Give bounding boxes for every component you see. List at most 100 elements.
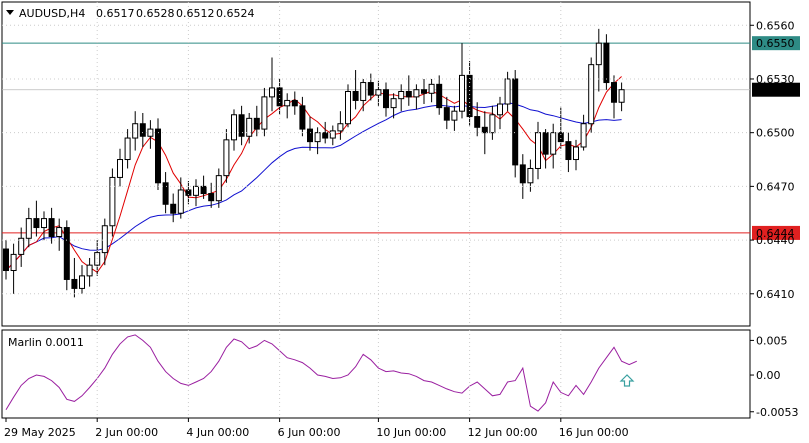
bullish-candle-body [329,130,336,139]
bullish-candle-body [177,189,184,214]
bearish-candle-body [238,114,245,137]
bearish-candle-body [542,132,549,155]
bullish-candle-body [550,132,557,155]
oscillator-tick-label: -0.0053 [756,406,798,419]
time-tick-label: 6 Jun 00:00 [278,426,341,439]
bullish-candle-body [390,98,397,109]
bearish-candle-body [565,141,572,161]
oscillator-panel-frame [1,329,751,419]
price-chart[interactable]: 0.65500.64440.6524 0.65600.65300.65000.6… [0,0,809,443]
bullish-candle-body [345,91,351,125]
time-tick-label: 4 Jun 00:00 [186,426,249,439]
bearish-candle-body [71,278,78,289]
bearish-candle-body [291,99,298,107]
bearish-candle-body [367,82,374,96]
time-tick-label: 2 Jun 00:00 [95,426,158,439]
bullish-candle-body [497,103,503,116]
oscillator-panel[interactable] [1,329,751,419]
bullish-candle-body [18,237,25,255]
bearish-candle-body [512,78,519,166]
bullish-candle-body [489,114,496,134]
main-price-panel[interactable] [1,1,751,327]
price-tick-label: 0.6500 [756,127,795,140]
bullish-candle-body [337,123,344,132]
bullish-candle-body [124,137,131,161]
price-tick-label: 0.6470 [756,180,795,193]
bullish-candle-body [56,227,63,237]
bullish-candle-body [504,78,511,105]
price-tick-label: 0.6560 [756,19,795,32]
bullish-candle-body [10,253,17,272]
time-tick-label: 12 Jun 00:00 [468,426,538,439]
bearish-candle-body [322,132,329,139]
bullish-candle-body [580,123,587,148]
bullish-candle-body [588,64,595,125]
ohlc-low: 0.6512 [176,7,215,20]
bullish-candle-body [314,132,321,143]
candle[interactable] [588,57,595,133]
bullish-candle-body [269,87,275,98]
bearish-candle-body [208,193,215,202]
bullish-candle-body [451,110,458,121]
symbol-timeframe-label: AUDUSD,H4 [19,7,85,20]
bearish-candle-body [33,218,40,229]
bearish-candle-body [474,116,481,128]
level-label: 0.6550 [756,37,795,50]
bullish-candle-body [132,123,139,139]
bearish-candle-body [253,117,260,130]
bullish-candle-body [413,89,420,98]
bullish-candle-body [86,264,93,277]
bearish-candle-body [421,89,427,94]
time-tick-label: 29 May 2025 [4,426,76,439]
ohlc-high: 0.6528 [136,7,175,20]
bearish-candle-body [48,218,55,237]
bearish-candle-body [155,128,161,184]
ohlc-open: 0.6517 [96,7,135,20]
price-tick-label: 0.6410 [756,288,795,301]
bearish-candle-body [481,126,488,134]
bullish-candle-body [573,146,579,161]
bullish-candle-body [527,167,534,184]
bearish-candle-body [170,203,177,214]
bullish-candle-body [231,114,237,141]
bullish-candle-body [284,99,291,107]
ohlc-close: 0.6524 [216,7,255,20]
bullish-candle-body [223,139,230,177]
oscillator-tick-label: 0.005 [756,334,788,347]
price-tick-label: 0.6440 [756,234,795,247]
bullish-candle-body [261,96,268,130]
price-tick-label: 0.6530 [756,73,795,86]
bearish-candle-body [299,105,306,130]
main-panel-frame [1,1,751,327]
bullish-candle-body [535,132,541,169]
bearish-candle-body [405,91,412,98]
time-tick-label: 16 Jun 00:00 [559,426,629,439]
bearish-candle-body [3,248,9,272]
bearish-candle-body [352,91,359,101]
bullish-candle-body [246,117,253,137]
bullish-candle-body [595,42,602,66]
bearish-candle-body [162,182,169,205]
bearish-candle-body [436,83,443,109]
candle[interactable] [512,70,519,178]
bullish-candle-body [193,185,199,196]
bullish-candle-body [41,218,47,229]
bullish-candle-body [101,225,108,254]
bearish-candle-body [139,123,146,137]
candle[interactable] [155,118,161,190]
bullish-candle-body [360,82,367,101]
bullish-candle-body [618,89,625,103]
oscillator-tick-label: 0.00 [756,369,781,382]
bullish-candle-body [428,83,435,94]
bullish-candle-body [79,275,85,289]
bearish-candle-body [519,164,526,184]
bearish-candle-body [307,128,313,143]
candle[interactable] [63,220,70,291]
bearish-candle-body [63,227,70,280]
oscillator-axis-ticks: 0.005 0.00 -0.0053 [750,334,798,419]
bullish-candle-body [117,159,123,178]
bearish-candle-body [383,89,389,109]
bearish-candle-body [611,82,617,103]
bullish-candle-body [215,175,222,202]
bearish-candle-body [443,107,450,121]
